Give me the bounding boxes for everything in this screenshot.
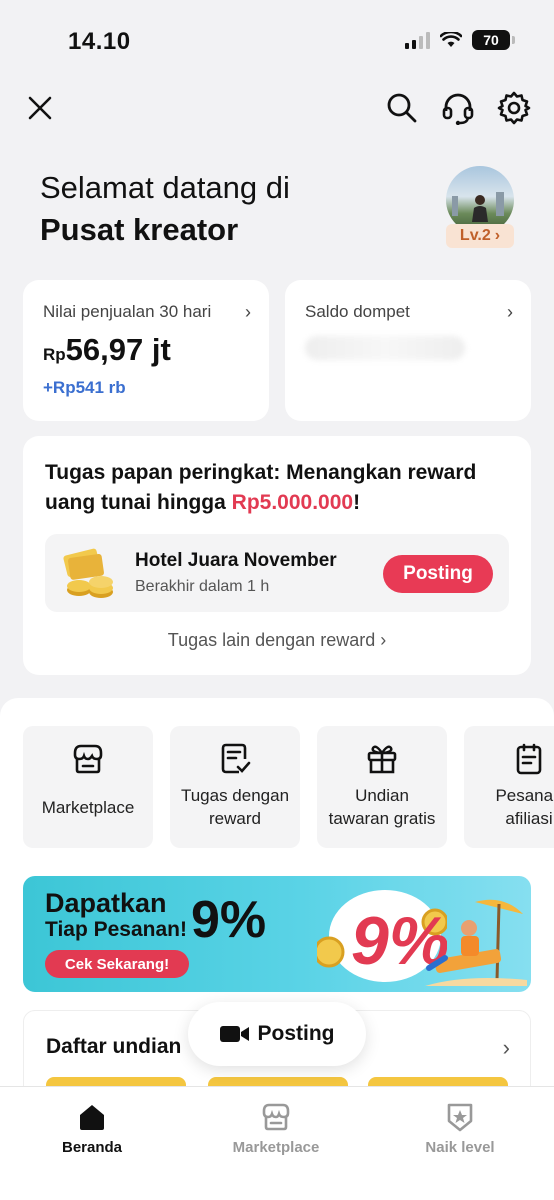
status-bar: 14.10 70 xyxy=(0,0,554,80)
nav-marketplace[interactable]: Marketplace xyxy=(184,1097,368,1157)
wallet-card[interactable]: Saldo dompet › xyxy=(285,280,531,421)
settings-icon[interactable] xyxy=(494,88,534,128)
store-icon xyxy=(73,744,103,774)
sales-card[interactable]: Nilai penjualan 30 hari › Rp 56,97 jt +R… xyxy=(23,280,269,421)
level-label: Lv.2 xyxy=(459,227,491,244)
chevron-right-icon: › xyxy=(494,227,501,244)
status-time: 14.10 xyxy=(68,28,131,55)
draw-list-title: Daftar undian xyxy=(46,1035,182,1058)
badge-star-icon xyxy=(447,1103,473,1132)
sales-label: Nilai penjualan 30 hari xyxy=(43,302,212,321)
wallet-label: Saldo dompet xyxy=(305,302,410,321)
tile-label: Undian xyxy=(355,786,409,805)
nav-label: Beranda xyxy=(61,1139,123,1156)
task-title-end: ! xyxy=(353,491,361,514)
chevron-right-icon: › xyxy=(245,302,251,322)
greeting: Selamat datang di Pusat kreator xyxy=(40,168,290,252)
leaderboard-task-card: Tugas papan peringkat: Menangkan reward … xyxy=(23,436,531,675)
promo-banner[interactable]: Dapatkan Tiap Pesanan! 9% Cek Sekarang! … xyxy=(23,876,531,992)
battery-indicator: 70 xyxy=(472,30,515,50)
sales-currency: Rp xyxy=(43,345,66,364)
tile-free-draw[interactable]: Undian tawaran gratis xyxy=(317,726,447,848)
chevron-right-icon: › xyxy=(380,630,387,650)
nav-level-up[interactable]: Naik level xyxy=(368,1097,552,1157)
task-title-amount: Rp5.000.000 xyxy=(231,491,354,514)
more-tasks-label: Tugas lain dengan reward xyxy=(167,630,376,650)
home-icon xyxy=(80,1105,104,1130)
tile-affiliate-orders[interactable]: Pesanan afiliasi xyxy=(464,726,554,848)
headset-icon[interactable] xyxy=(438,88,478,128)
store-icon xyxy=(262,1103,290,1131)
top-bar xyxy=(0,80,554,136)
nav-label: Marketplace xyxy=(232,1139,320,1156)
wallet-balance-hidden xyxy=(305,336,465,360)
nav-label: Naik level xyxy=(425,1139,495,1156)
sales-value: Rp 56,97 jt xyxy=(43,332,171,368)
bottom-nav: Beranda Marketplace Naik level xyxy=(0,1086,554,1200)
gift-icon xyxy=(367,745,397,774)
sales-delta: +Rp541 rb xyxy=(43,378,126,397)
tile-reward-tasks[interactable]: Tugas dengan reward xyxy=(170,726,300,848)
floating-posting-label: Posting xyxy=(257,1022,335,1045)
banner-subheadline: Tiap Pesanan! xyxy=(45,918,187,941)
floating-posting-button[interactable]: Posting xyxy=(188,1002,366,1066)
wifi-icon xyxy=(440,32,462,47)
sales-amount: 56,97 jt xyxy=(65,332,171,367)
task-item[interactable]: Hotel Juara November Berakhir dalam 1 h … xyxy=(45,534,509,612)
nav-home[interactable]: Beranda xyxy=(0,1097,184,1157)
task-icon xyxy=(221,743,251,774)
tile-label: Pesanan xyxy=(495,786,554,805)
coins-icon xyxy=(63,548,113,598)
quick-actions: Marketplace Tugas dengan reward Undian t… xyxy=(23,726,554,848)
greeting-line1: Selamat datang di xyxy=(40,170,290,205)
orders-icon xyxy=(516,743,542,775)
task-deadline: Berakhir dalam 1 h xyxy=(135,578,270,595)
banner-cta-button[interactable]: Cek Sekarang! xyxy=(45,950,189,978)
posting-button[interactable]: Posting xyxy=(383,555,493,593)
chevron-right-icon: › xyxy=(507,302,513,322)
tile-marketplace[interactable]: Marketplace xyxy=(23,726,153,848)
tile-label: Marketplace xyxy=(41,798,135,817)
tile-label-2: reward xyxy=(209,809,261,828)
status-icons: 70 xyxy=(405,30,515,50)
chevron-right-icon: › xyxy=(502,1035,510,1060)
tile-label: Tugas dengan xyxy=(180,786,290,805)
task-title: Tugas papan peringkat: Menangkan reward … xyxy=(45,458,513,518)
more-tasks-link[interactable]: Tugas lain dengan reward › xyxy=(23,630,531,651)
tile-label-2: afiliasi xyxy=(505,809,553,828)
task-name: Hotel Juara November xyxy=(135,550,337,571)
video-camera-icon xyxy=(219,1026,249,1042)
close-icon[interactable] xyxy=(20,88,60,128)
banner-percent: 9% xyxy=(191,891,267,949)
banner-headline: Dapatkan xyxy=(45,888,167,918)
beach-illustration xyxy=(425,899,527,986)
tile-label-2: tawaran gratis xyxy=(328,809,436,828)
page-title: Pusat kreator xyxy=(40,212,239,247)
search-icon[interactable] xyxy=(382,88,422,128)
cellular-signal-icon xyxy=(405,31,430,49)
level-badge[interactable]: Lv.2 › xyxy=(446,224,514,248)
